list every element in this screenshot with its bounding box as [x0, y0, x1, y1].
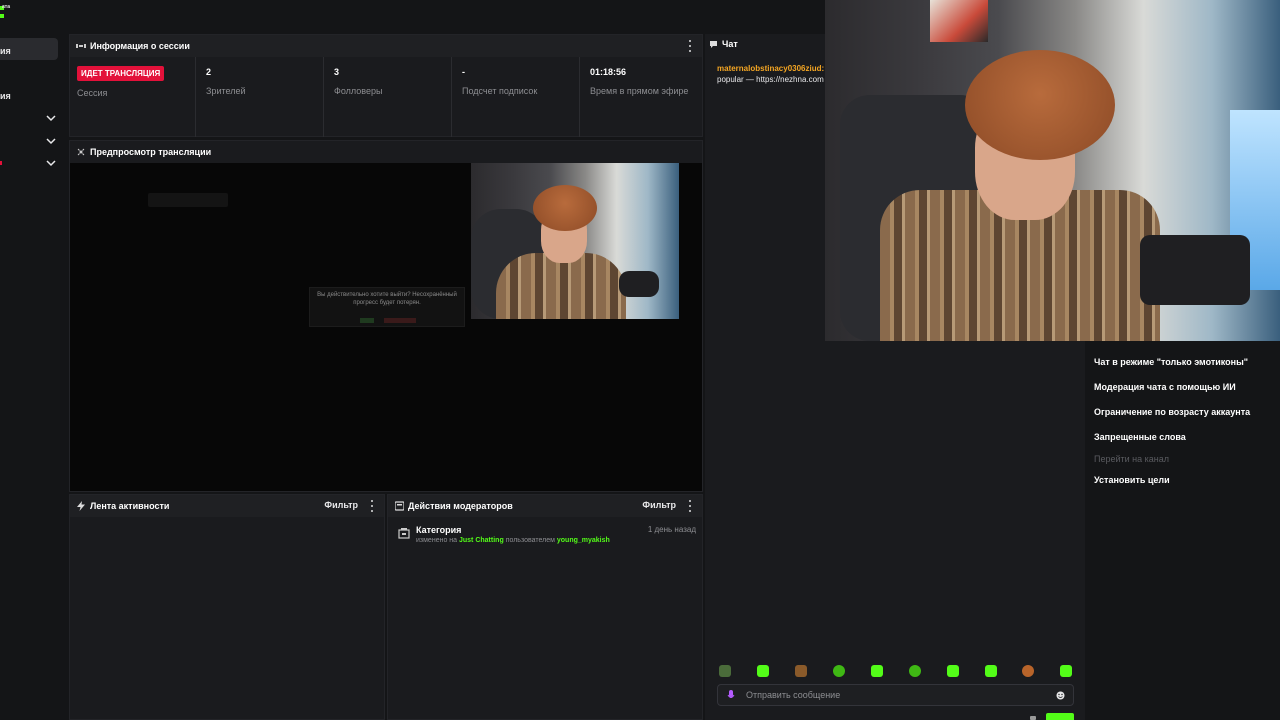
stat-value: 3 [334, 67, 340, 77]
mod-action-item: Категория 1 день назад изменено на Just … [396, 525, 696, 549]
stat-label: Фолловеры [334, 86, 383, 96]
mod-action-time: 1 день назад [647, 525, 696, 534]
chat-lower-area [705, 341, 1085, 720]
bolt-icon [76, 501, 86, 511]
stream-preview-panel: Предпросмотр трансляции Вы действительно… [69, 140, 703, 492]
stat-value: - [462, 67, 465, 77]
activity-feed-panel: Лента активности Фильтр [69, 494, 385, 720]
shield-icon [394, 501, 404, 511]
chat-option-account-age[interactable]: Ограничение по возрасту аккаунта [1094, 407, 1250, 417]
stat-label: Зрителей [206, 86, 246, 96]
stat-label: Подсчет подписок [462, 86, 538, 96]
wall-poster [930, 0, 988, 42]
chat-message-user[interactable]: maternalobstinacy0306ziud: [717, 63, 825, 74]
stat-label: Время в прямом эфире [590, 86, 689, 96]
stat-followers: 3 Фолловеры [324, 57, 452, 137]
chat-option-emotes-only[interactable]: Чат в режиме "только эмотиконы" [1094, 357, 1248, 367]
session-info-panel: Информация о сессии ИДЕТ ТРАНСЛЯЦИЯ Сесс… [69, 34, 703, 137]
category-icon [398, 528, 410, 539]
mod-action-middle: пользователем [505, 537, 555, 544]
chat-option-ai-moderation[interactable]: Модерация чата с помощью ИИ [1094, 382, 1236, 392]
emote-icon[interactable] [1022, 665, 1034, 677]
chat-header: Чат [709, 39, 738, 49]
stat-subs: - Подсчет подписок [452, 57, 580, 137]
send-button[interactable] [1046, 713, 1074, 720]
stream-preview-title: Предпросмотр трансляции [90, 147, 212, 157]
stream-preview-header: Предпросмотр трансляции [70, 141, 702, 163]
chat-settings-area [1085, 341, 1280, 720]
mod-filter-button[interactable]: Фильтр [642, 500, 676, 510]
chat-option-set-goals[interactable]: Установить цели [1094, 475, 1170, 485]
stat-live-time: 01:18:56 Время в прямом эфире [580, 57, 704, 137]
emoji-icon[interactable] [1056, 691, 1065, 700]
chat-settings-icon[interactable] [1030, 716, 1036, 720]
emote-icon[interactable] [719, 665, 731, 677]
stat-viewers: 2 Зрителей [196, 57, 324, 137]
chat-top-strip [705, 0, 825, 34]
activity-feed-title: Лента активности [90, 501, 170, 511]
webcam-overlay [825, 0, 1280, 341]
session-label: Сессия [77, 88, 108, 98]
mod-action-detail: изменено на Just Chatting пользователем … [416, 537, 610, 544]
mod-action-category-link[interactable]: Just Chatting [459, 537, 504, 544]
emote-icon[interactable] [909, 665, 921, 677]
preview-dim-text [148, 193, 228, 207]
session-info-menu-icon[interactable] [688, 40, 692, 52]
session-info-header: Информация о сессии [70, 35, 702, 57]
chat-message-text: popular — https://nezhna.com [717, 75, 824, 84]
confirm-dialog: Вы действительно хотите выйти? Несохранё… [309, 287, 465, 327]
sidebar-item-2[interactable]: ия [0, 91, 11, 101]
chevron-down-icon[interactable] [46, 158, 56, 168]
left-sidebar: ата ия ия [0, 0, 66, 720]
chevron-down-icon[interactable] [46, 113, 56, 123]
confirm-dialog-text: Вы действительно хотите выйти? Несохранё… [317, 292, 457, 306]
emote-icon[interactable] [795, 665, 807, 677]
mod-menu-icon[interactable] [688, 500, 692, 512]
microphone-icon[interactable] [727, 690, 735, 701]
chat-title: Чат [722, 39, 738, 49]
stat-value: 01:18:56 [590, 67, 627, 77]
chevron-down-icon[interactable] [46, 136, 56, 146]
preview-camera-image [471, 163, 679, 319]
sidebar-status-dot [0, 161, 2, 165]
chat-option-go-to-channel[interactable]: Перейти на канал [1094, 454, 1169, 464]
emote-icon[interactable] [871, 665, 883, 677]
sidebar-top-label: ата [2, 4, 11, 10]
emote-icon[interactable] [947, 665, 959, 677]
activity-menu-icon[interactable] [370, 500, 374, 512]
mod-actions-title: Действия модераторов [408, 501, 513, 511]
chat-input-placeholder: Отправить сообщение [746, 690, 841, 700]
stat-session: ИДЕТ ТРАНСЛЯЦИЯ Сессия [70, 57, 196, 137]
mod-action-user-link[interactable]: young_myakish [557, 537, 610, 544]
mod-action-title: Категория [416, 525, 462, 535]
mod-action-prefix: изменено на [416, 537, 458, 544]
activity-filter-button[interactable]: Фильтр [324, 500, 358, 510]
chat-message: maternalobstinacy0306ziud: popular — htt… [717, 63, 825, 85]
sidebar-item-1[interactable]: ия [0, 46, 11, 56]
mod-actions-panel: Действия модераторов Фильтр Категория 1 … [387, 494, 703, 720]
confirm-cancel-button[interactable] [384, 318, 416, 323]
confirm-ok-button[interactable] [360, 318, 374, 323]
live-badge: ИДЕТ ТРАНСЛЯЦИЯ [77, 66, 165, 81]
chat-option-banned-words[interactable]: Запрещенные слова [1094, 432, 1186, 442]
emote-icon[interactable] [1060, 665, 1072, 677]
emote-icon[interactable] [985, 665, 997, 677]
emote-icon[interactable] [833, 665, 845, 677]
session-info-icon [76, 41, 86, 51]
chat-bubble-icon [710, 40, 717, 48]
stat-value: 2 [206, 67, 212, 77]
broadcast-icon [76, 147, 86, 157]
chat-input[interactable]: Отправить сообщение [717, 684, 1074, 706]
stream-preview-video[interactable]: Вы действительно хотите выйти? Несохранё… [70, 163, 702, 491]
session-info-title: Информация о сессии [90, 41, 190, 51]
emote-icon[interactable] [757, 665, 769, 677]
